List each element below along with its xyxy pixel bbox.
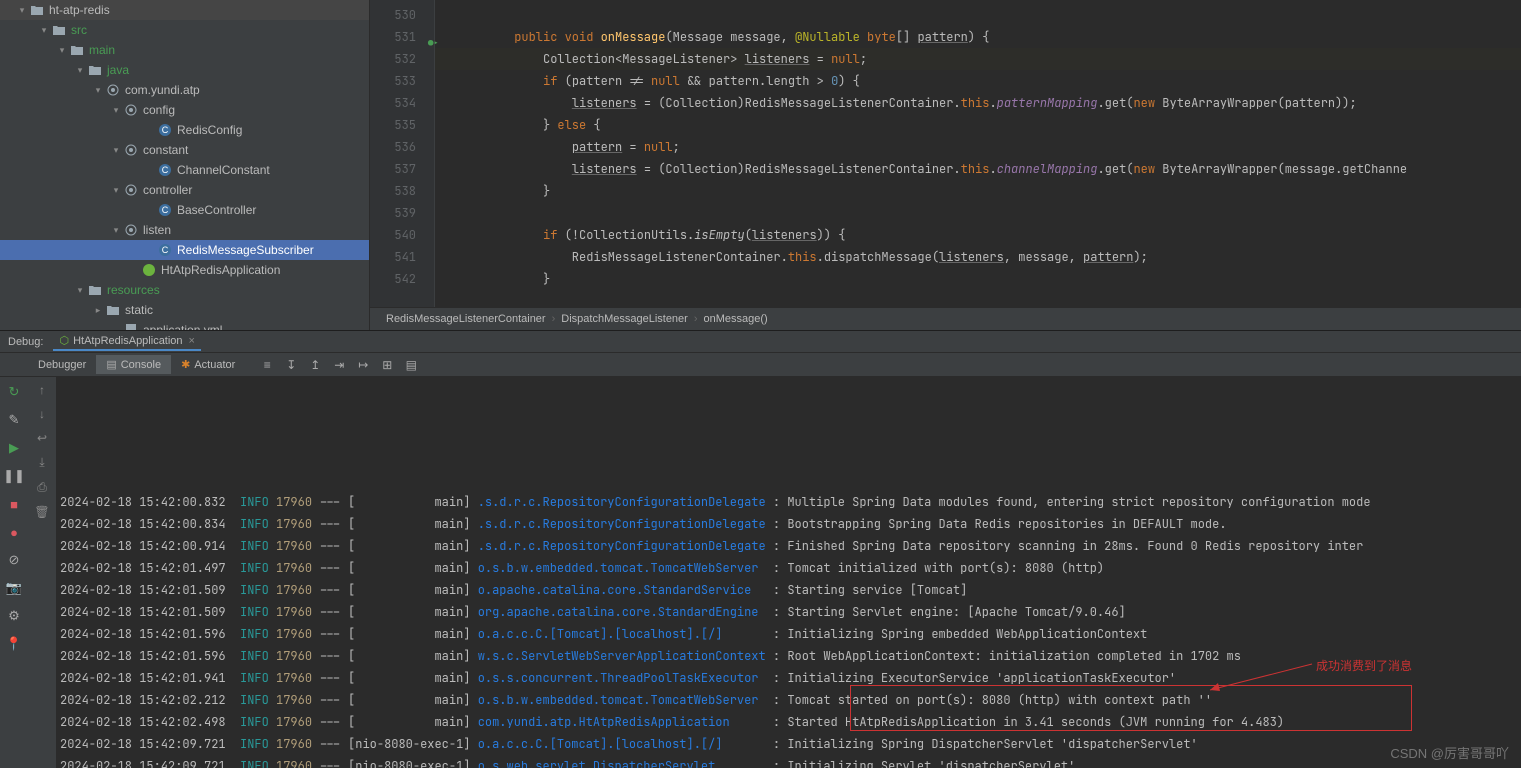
force-step-icon[interactable]: ⇥ (331, 358, 347, 372)
settings-icon[interactable]: ⚙ (5, 607, 23, 625)
editor-gutter: 530●▸53153253353453553653753853954054154… (370, 0, 435, 307)
project-tree[interactable]: ▾ht-atp-redis▾src▾main▾java▾com.yundi.at… (0, 0, 370, 330)
resume-icon[interactable]: ▶ (5, 439, 23, 457)
tree-item[interactable]: ▾java (0, 60, 369, 80)
soft-wrap-icon[interactable]: ↩ (37, 431, 47, 445)
tree-item[interactable]: CRedisConfig (0, 120, 369, 140)
tab-actuator[interactable]: ✱Actuator (171, 355, 245, 374)
svg-text:C: C (162, 205, 169, 215)
breadcrumb-item[interactable]: RedisMessageListenerContainer (386, 313, 546, 325)
svg-text:C: C (162, 245, 169, 255)
watermark: CSDN @厉害哥哥吖 (1390, 743, 1509, 762)
close-icon[interactable]: × (189, 335, 195, 347)
editor-breadcrumb[interactable]: RedisMessageListenerContainer› DispatchM… (370, 307, 1521, 330)
pin-icon[interactable]: 📍 (5, 635, 23, 653)
tree-item[interactable]: ▸static (0, 300, 369, 320)
tree-item[interactable]: HtAtpRedisApplication (0, 260, 369, 280)
scroll-end-icon[interactable]: ⤓ (39, 455, 44, 470)
step-out-icon[interactable]: ↥ (307, 358, 323, 372)
tree-item[interactable]: ▾resources (0, 280, 369, 300)
print-icon[interactable]: ⎙ (37, 480, 47, 495)
debug-panel[interactable]: Debug: ⬡ HtAtpRedisApplication × Debugge… (0, 330, 1521, 768)
editor-code[interactable]: public void onMessage(Message message, @… (435, 0, 1521, 307)
annotation-box (850, 685, 1412, 731)
tab-console[interactable]: ▤Console (96, 355, 171, 374)
breakpoints-icon[interactable]: ● (5, 523, 23, 541)
tree-item[interactable]: ▾controller (0, 180, 369, 200)
tree-item[interactable]: ▾constant (0, 140, 369, 160)
scroll-up-icon[interactable]: ↑ (39, 383, 45, 397)
breadcrumb-item[interactable]: DispatchMessageListener (561, 313, 688, 325)
tree-item[interactable]: ▾src (0, 20, 369, 40)
clear-icon[interactable]: 🗑 (34, 505, 49, 519)
tree-item[interactable]: CChannelConstant (0, 160, 369, 180)
stop-icon[interactable]: ■ (5, 495, 23, 513)
console-icon: ▤ (106, 358, 116, 371)
camera-icon[interactable]: 📷 (5, 579, 23, 597)
console-toolbar: ↑ ↓ ↩ ⤓ ⎙ 🗑 (28, 377, 56, 768)
code-editor[interactable]: 530●▸53153253353453553653753853954054154… (370, 0, 1521, 330)
tree-item[interactable]: application.yml (0, 320, 369, 330)
tree-item[interactable]: ▾listen (0, 220, 369, 240)
debug-toolbar: ≡ ↧ ↥ ⇥ ↦ ⊞ ▤ (259, 358, 419, 372)
more-icon[interactable]: ▤ (403, 358, 419, 372)
tree-item[interactable]: CRedisMessageSubscriber (0, 240, 369, 260)
tree-item[interactable]: ▾ht-atp-redis (0, 0, 369, 20)
breadcrumb-item[interactable]: onMessage() (704, 313, 768, 325)
rerun-icon[interactable]: ↻ (5, 383, 23, 401)
svg-text:C: C (162, 125, 169, 135)
pause-icon[interactable]: ❚❚ (5, 467, 23, 485)
debug-run-tab[interactable]: ⬡ HtAtpRedisApplication × (53, 332, 201, 351)
modify-icon[interactable]: ✎ (5, 411, 23, 429)
tree-item[interactable]: ▾config (0, 100, 369, 120)
svg-text:C: C (162, 165, 169, 175)
run-to-cursor-icon[interactable]: ↦ (355, 358, 371, 372)
tree-item[interactable]: ▾main (0, 40, 369, 60)
actuator-icon: ✱ (181, 358, 190, 371)
mute-bp-icon[interactable]: ⊘ (5, 551, 23, 569)
evaluate-icon[interactable]: ⊞ (379, 358, 395, 372)
spring-icon: ⬡ (59, 334, 69, 347)
scroll-down-icon[interactable]: ↓ (39, 407, 45, 421)
tree-item[interactable]: CBaseController (0, 200, 369, 220)
debug-label: Debug: (8, 336, 43, 348)
debug-left-toolbar: ↻ ✎ ▶ ❚❚ ■ ● ⊘ 📷 ⚙ 📍 (0, 377, 28, 768)
tree-item[interactable]: ▾com.yundi.atp (0, 80, 369, 100)
tab-debugger[interactable]: Debugger (28, 356, 96, 374)
console-output[interactable]: 成功消费到了消息 2024-02-18 15:42:00.832 INFO 17… (56, 377, 1521, 768)
annotation-arrow (1210, 664, 1320, 694)
step-into-icon[interactable]: ↧ (283, 358, 299, 372)
step-over-icon[interactable]: ≡ (259, 358, 275, 372)
annotation-text: 成功消费到了消息 (1316, 655, 1412, 677)
